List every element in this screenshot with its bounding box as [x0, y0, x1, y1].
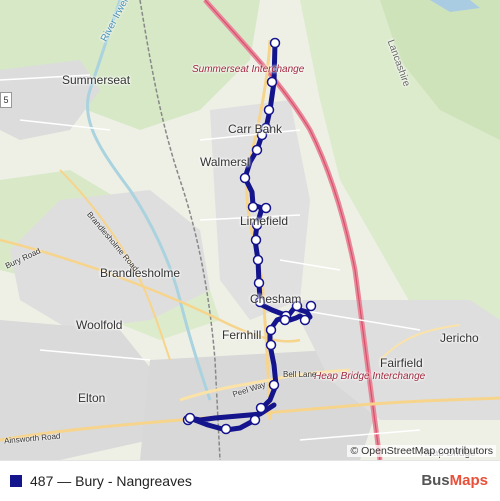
bus-stop-marker[interactable] — [239, 172, 251, 184]
place-label-heap-bridge-interchange: Heap Bridge Interchange — [314, 371, 426, 382]
bus-stop-marker[interactable] — [279, 314, 291, 326]
bus-stop-marker[interactable] — [265, 339, 277, 351]
place-label-elton: Elton — [78, 391, 106, 405]
bus-stop-marker[interactable] — [253, 277, 265, 289]
busmaps-logo[interactable]: BusMaps — [421, 472, 488, 489]
bus-stop-marker[interactable] — [265, 324, 277, 336]
place-label-chesham: Chesham — [250, 292, 302, 306]
bus-stop-marker[interactable] — [260, 202, 272, 214]
route-legend-label: 487 — Bury - Nangreaves — [30, 473, 192, 489]
bus-stop-marker[interactable] — [266, 76, 278, 88]
route-color-swatch — [10, 475, 22, 487]
bus-stop-marker[interactable] — [263, 104, 275, 116]
legend-footer: 487 — Bury - Nangreaves BusMaps — [0, 460, 500, 501]
road-shield: 5 — [0, 92, 12, 108]
place-label-jericho: Jericho — [440, 331, 479, 345]
bus-stop-marker[interactable] — [220, 423, 232, 435]
bus-stop-marker[interactable] — [299, 314, 311, 326]
bus-stop-marker[interactable] — [252, 254, 264, 266]
bus-stop-marker[interactable] — [269, 37, 281, 49]
bus-stop-marker[interactable] — [305, 300, 317, 312]
bus-stop-marker[interactable] — [184, 412, 196, 424]
place-label-carr-bank: Carr Bank — [228, 122, 283, 136]
bus-stop-marker[interactable] — [268, 379, 280, 391]
route-map[interactable]: 5 Summerseat Carr Bank Walmersl Limefiel… — [0, 0, 500, 460]
brand-part1: Bus — [421, 472, 450, 489]
bus-stop-marker[interactable] — [255, 402, 267, 414]
place-label-fernhill: Fernhill — [222, 328, 262, 342]
place-label-summerseat-interchange: Summerseat Interchange — [192, 64, 305, 75]
road-label-bell-lane: Bell Lane — [283, 370, 317, 379]
brand-part2: Maps — [449, 472, 488, 489]
bus-stop-marker[interactable] — [250, 234, 262, 246]
place-label-walmersley: Walmersl — [200, 155, 250, 169]
bus-stop-marker[interactable] — [247, 201, 259, 213]
map-attribution[interactable]: © OpenStreetMap contributors — [347, 445, 496, 457]
place-label-limefield: Limefield — [240, 214, 289, 228]
bus-stop-marker[interactable] — [251, 144, 263, 156]
bus-stop-marker[interactable] — [249, 414, 261, 426]
place-label-woolfold: Woolfold — [76, 318, 123, 332]
place-label-fairfield: Fairfield — [380, 356, 423, 370]
place-label-brandlesholme: Brandlesholme — [100, 266, 181, 280]
place-label-summerseat: Summerseat — [62, 73, 131, 87]
